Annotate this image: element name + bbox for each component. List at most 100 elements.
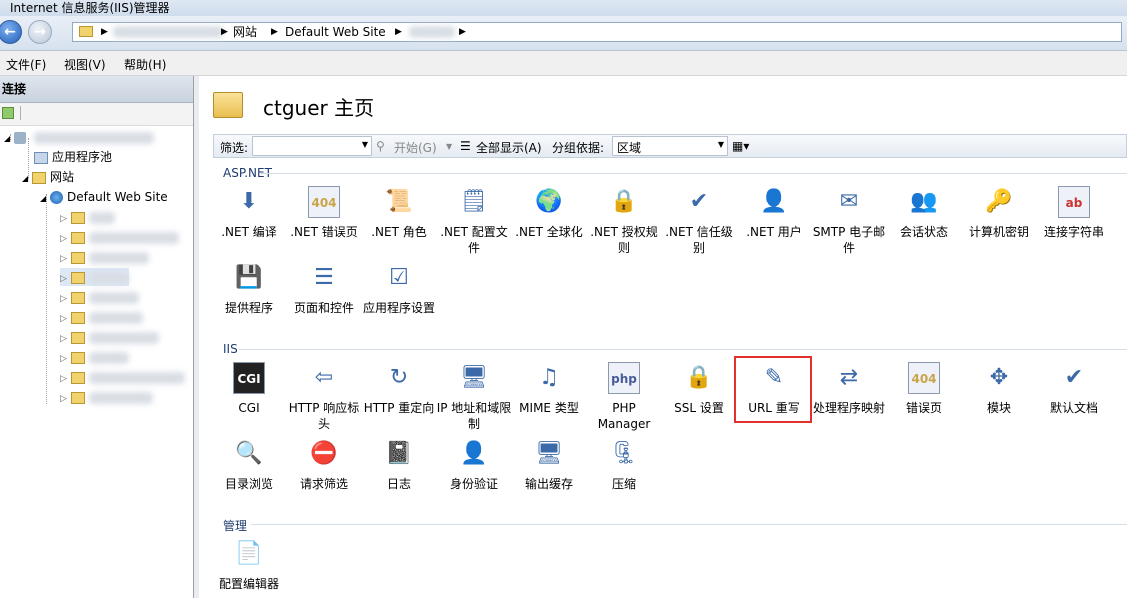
handler-icon: ⇄ [839,365,859,390]
folder-icon [213,92,243,118]
tree-app-pools[interactable]: 应用程序池 [34,148,112,166]
feature-label: 页面和控件 [293,301,354,315]
group-by-select[interactable]: 区域 ▼ [612,136,728,156]
main-content: ctguer 主页 筛选: ▼ ⚲ 开始(G) ▼ ☰ 全部显示(A) 分组依据… [199,76,1127,598]
window-title: Internet 信息服务(IIS)管理器 [10,1,170,15]
tree-default-site[interactable]: ◢ Default Web Site [40,188,168,206]
address-segment-default-site[interactable]: Default Web Site [285,23,386,41]
feature-aspnet-8[interactable]: ✉ SMTP 电子邮件 [811,186,887,256]
filter-input[interactable]: ▼ [252,136,372,156]
feature-aspnet-11[interactable]: ab 连接字符串 [1036,186,1112,240]
address-segment-sites[interactable]: 网站 [233,23,257,41]
connections-header: 连接 [0,76,193,103]
menu-file[interactable]: 文件(F) [6,56,46,73]
feature-aspnet-12[interactable]: 💾 提供程序 [211,262,287,316]
menu-view[interactable]: 视图(V) [64,56,106,73]
tree-child-7[interactable]: ▷ [60,328,159,346]
feature-iis-17[interactable]: 🗜 压缩 [586,438,662,492]
logging-icon: 📓 [385,441,413,466]
feature-aspnet-10[interactable]: 🔑 计算机密钥 [961,186,1037,240]
back-button[interactable]: ← [0,20,22,44]
collapse-icon: ◢ [40,194,47,203]
feature-iis-4[interactable]: ♫ MIME 类型 [511,362,587,416]
feature-iis-9[interactable]: 404 错误页 [886,362,962,416]
tree-child-6[interactable]: ▷ [60,308,143,326]
chevron-right-icon: ▶ [459,27,466,37]
show-all-button[interactable]: 全部显示(A) [476,139,542,156]
group-by-label: 分组依据: [552,141,605,155]
feature-aspnet-5[interactable]: 🔒 .NET 授权规则 [586,186,662,256]
redacted-folder [88,351,129,364]
app-settings-icon: ☑ [389,265,409,290]
feature-label: HTTP 响应标头 [288,401,360,431]
php-icon: php [608,362,640,394]
feature-iis-3[interactable]: 🖥 IP 地址和域限制 [436,362,512,432]
feature-aspnet-14[interactable]: ☑ 应用程序设置 [361,262,437,316]
group-divider [239,349,1127,350]
feature-iis-16[interactable]: 🖥 输出缓存 [511,438,587,492]
feature-iis-11[interactable]: ✔ 默认文档 [1036,362,1112,416]
feature-label: 日志 [386,477,411,491]
folder-icon [70,251,85,264]
feature-iis-15[interactable]: 👤 身份验证 [436,438,512,492]
feature-iis-2[interactable]: ↻ HTTP 重定向 [361,362,437,416]
tree-default-site-label: Default Web Site [66,190,168,204]
trust-icon: ✔ [689,189,709,214]
feature-aspnet-6[interactable]: ✔ .NET 信任级别 [661,186,737,256]
feature-aspnet-4[interactable]: 🌍 .NET 全球化 [511,186,587,240]
feature-aspnet-2[interactable]: 📜 .NET 角色 [361,186,437,240]
feature-aspnet-0[interactable]: ⬇ .NET 编译 [211,186,287,240]
email-icon: ✉ [839,189,859,214]
tree-child-3[interactable]: ▷ [60,248,149,266]
feature-label: 输出缓存 [524,477,573,491]
go-button[interactable]: 开始(G) [394,139,437,156]
feature-iis-8[interactable]: ⇄ 处理程序映射 [811,362,887,416]
redacted-segment [113,26,223,38]
tree-child-2[interactable]: ▷ [60,228,179,246]
menu-bar: 文件(F) 视图(V) 帮助(H) [0,51,1127,76]
profile-icon: 🗒 [460,189,488,214]
navigation-bar: ← → ▶ ▶ 网站 ▶ Default Web Site ▶ ▶ [0,16,1127,51]
feature-iis-14[interactable]: 📓 日志 [361,438,437,492]
tree-sites[interactable]: ◢ 网站 [22,168,74,186]
tree-child-8[interactable]: ▷ [60,348,129,366]
feature-label: .NET 用户 [746,225,802,239]
filter-bar: 筛选: ▼ ⚲ 开始(G) ▼ ☰ 全部显示(A) 分组依据: 区域 ▼ ▦▾ [213,134,1127,158]
feature-aspnet-1[interactable]: 404 .NET 错误页 [286,186,362,240]
feature-iis-10[interactable]: ✥ 模块 [961,362,1037,416]
feature-iis-0[interactable]: CGI CGI [211,362,287,416]
folder-icon [70,231,85,244]
feature-iis-6[interactable]: 🔒 SSL 设置 [661,362,737,416]
feature-iis-13[interactable]: ⛔ 请求筛选 [286,438,362,492]
tree-sites-label: 网站 [49,170,74,184]
tree-server-node[interactable]: ◢ [4,128,154,146]
feature-iis-5[interactable]: php PHP Manager [586,362,662,432]
tree-child-selected[interactable]: ▷ [60,268,129,286]
forward-button[interactable]: → [28,20,52,44]
address-bar[interactable]: ▶ ▶ 网站 ▶ Default Web Site ▶ ▶ [72,22,1122,42]
compile-icon: ⬇ [239,189,259,214]
feature-iis-1[interactable]: ⇦ HTTP 响应标头 [286,362,362,432]
tree-child-5[interactable]: ▷ [60,288,139,306]
tree-app-pools-label: 应用程序池 [52,150,113,164]
app-pool-icon [34,151,48,164]
feature-aspnet-3[interactable]: 🗒 .NET 配置文件 [436,186,512,256]
feature-label: 默认文档 [1049,401,1098,415]
globe-icon: 🌍 [535,189,563,214]
providers-icon: 💾 [235,265,263,290]
tree-child-9[interactable]: ▷ [60,368,185,386]
feature-label: .NET 编译 [221,225,277,239]
feature-manage-0[interactable]: 📄 配置编辑器 [211,538,287,592]
feature-iis-12[interactable]: 🔍 目录浏览 [211,438,287,492]
view-mode-icon[interactable]: ▦▾ [732,139,749,153]
folder-icon [70,271,85,284]
tree-child-10[interactable]: ▷ [60,388,153,406]
connect-icon[interactable] [2,107,14,119]
feature-aspnet-9[interactable]: 👥 会话状态 [886,186,962,240]
tree-child-1[interactable]: ▷ [60,208,115,226]
feature-aspnet-7[interactable]: 👤 .NET 用户 [736,186,812,240]
cgi-icon: CGI [233,362,265,394]
http-headers-icon: ⇦ [314,365,334,390]
feature-aspnet-13[interactable]: ☰ 页面和控件 [286,262,362,316]
menu-help[interactable]: 帮助(H) [124,56,166,73]
